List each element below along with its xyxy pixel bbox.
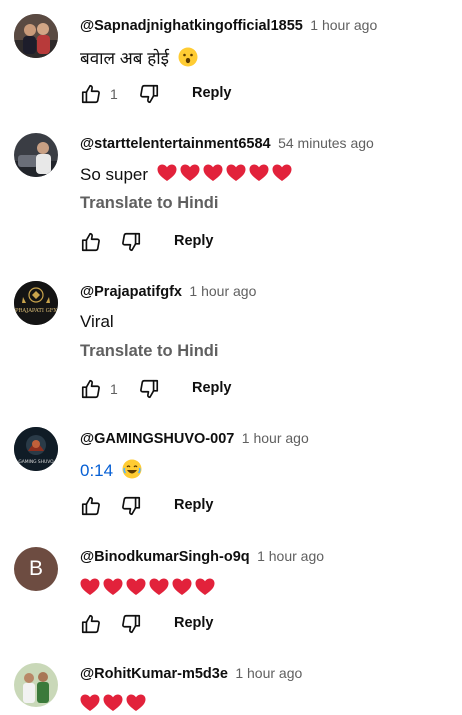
author-handle[interactable]: @Sapnadjnighatkingofficial1855 — [80, 18, 303, 34]
thumbs-up-icon[interactable] — [80, 378, 102, 400]
comment-header: @Prajapatifgfx 1 hour ago — [80, 283, 256, 301]
comment-header: @starttelentertainment6584 54 minutes ag… — [80, 135, 374, 153]
reply-button[interactable]: Reply — [174, 233, 214, 249]
heart-emoji-icon — [203, 164, 223, 181]
heart-emoji-icon — [249, 164, 269, 181]
heart-emoji-row — [157, 164, 295, 184]
comment-time[interactable]: 1 hour ago — [310, 17, 377, 33]
reply-button[interactable]: Reply — [174, 497, 214, 513]
comment-text: So super — [80, 164, 295, 185]
avatar[interactable] — [14, 14, 58, 58]
comment-time[interactable]: 1 hour ago — [257, 548, 324, 564]
comment-time[interactable]: 1 hour ago — [189, 283, 256, 299]
comment-text: 0:14 — [80, 459, 142, 481]
author-handle[interactable]: @starttelentertainment6584 — [80, 136, 271, 152]
thumbs-down-icon[interactable] — [138, 83, 160, 105]
heart-emoji-icon — [126, 578, 146, 595]
heart-emoji-icon — [180, 164, 200, 181]
comment-time[interactable]: 54 minutes ago — [278, 135, 374, 151]
heart-emoji-row — [80, 694, 149, 714]
comment-header: @GAMINGSHUVO-007 1 hour ago — [80, 430, 309, 448]
avatar[interactable]: GAMING SHUVO — [14, 427, 58, 471]
author-handle[interactable]: @Prajapatifgfx — [80, 284, 182, 300]
author-handle[interactable]: @RohitKumar-m5d3e — [80, 666, 228, 682]
thumbs-up-icon[interactable] — [80, 231, 102, 253]
comment-header: @Sapnadjnighatkingofficial1855 1 hour ag… — [80, 17, 377, 35]
heart-emoji-icon — [103, 578, 123, 595]
avatar[interactable]: PRAJAPATI GFX — [14, 281, 58, 325]
comment-text — [80, 694, 149, 715]
author-handle[interactable]: @GAMINGSHUVO-007 — [80, 431, 234, 447]
heart-emoji-icon — [80, 578, 100, 595]
comment-text-content: So super — [80, 165, 149, 184]
translate-link[interactable]: Translate to Hindi — [80, 194, 218, 213]
heart-emoji-icon — [126, 694, 146, 711]
like-count: 1 — [110, 381, 118, 397]
reply-button[interactable]: Reply — [174, 615, 214, 631]
heart-emoji-icon — [103, 694, 123, 711]
comment-text-content: बवाल अब होई — [80, 49, 170, 68]
thumbs-up-icon[interactable] — [80, 83, 102, 105]
reply-button[interactable]: Reply — [192, 85, 232, 101]
thumbs-up-icon[interactable] — [80, 613, 102, 635]
heart-emoji-icon — [149, 578, 169, 595]
author-handle[interactable]: @BinodkumarSingh-o9q — [80, 549, 250, 565]
translate-link[interactable]: Translate to Hindi — [80, 342, 218, 361]
avatar[interactable]: B — [14, 547, 58, 591]
avatar[interactable] — [14, 663, 58, 707]
hushed-face-icon — [178, 47, 198, 67]
reply-button[interactable]: Reply — [192, 380, 232, 396]
avatar-logo-text: PRAJAPATI GFX — [15, 308, 57, 314]
like-count: 1 — [110, 86, 118, 102]
comment-time[interactable]: 1 hour ago — [235, 665, 302, 681]
thumbs-down-icon[interactable] — [138, 378, 160, 400]
avatar-letter: B — [28, 557, 43, 580]
comment-text — [80, 578, 218, 599]
thumbs-down-icon[interactable] — [120, 495, 142, 517]
comment-text-content: Viral — [80, 312, 114, 331]
comment-time[interactable]: 1 hour ago — [242, 430, 309, 446]
heart-emoji-icon — [195, 578, 215, 595]
comment-header: @RohitKumar-m5d3e 1 hour ago — [80, 665, 302, 683]
thumbs-down-icon[interactable] — [120, 231, 142, 253]
thumbs-down-icon[interactable] — [120, 613, 142, 635]
heart-emoji-row — [80, 578, 218, 598]
comment-text: बवाल अब होई — [80, 46, 198, 69]
heart-emoji-icon — [226, 164, 246, 181]
laughing-face-icon — [122, 459, 142, 479]
heart-emoji-icon — [80, 694, 100, 711]
avatar-logo-text: GAMING SHUVO — [18, 459, 54, 465]
avatar[interactable] — [14, 133, 58, 177]
heart-emoji-icon — [157, 164, 177, 181]
heart-emoji-icon — [272, 164, 292, 181]
comment-header: @BinodkumarSingh-o9q 1 hour ago — [80, 548, 324, 566]
heart-emoji-icon — [172, 578, 192, 595]
timestamp-link[interactable]: 0:14 — [80, 461, 113, 480]
thumbs-up-icon[interactable] — [80, 495, 102, 517]
comment-text: Viral — [80, 312, 114, 332]
